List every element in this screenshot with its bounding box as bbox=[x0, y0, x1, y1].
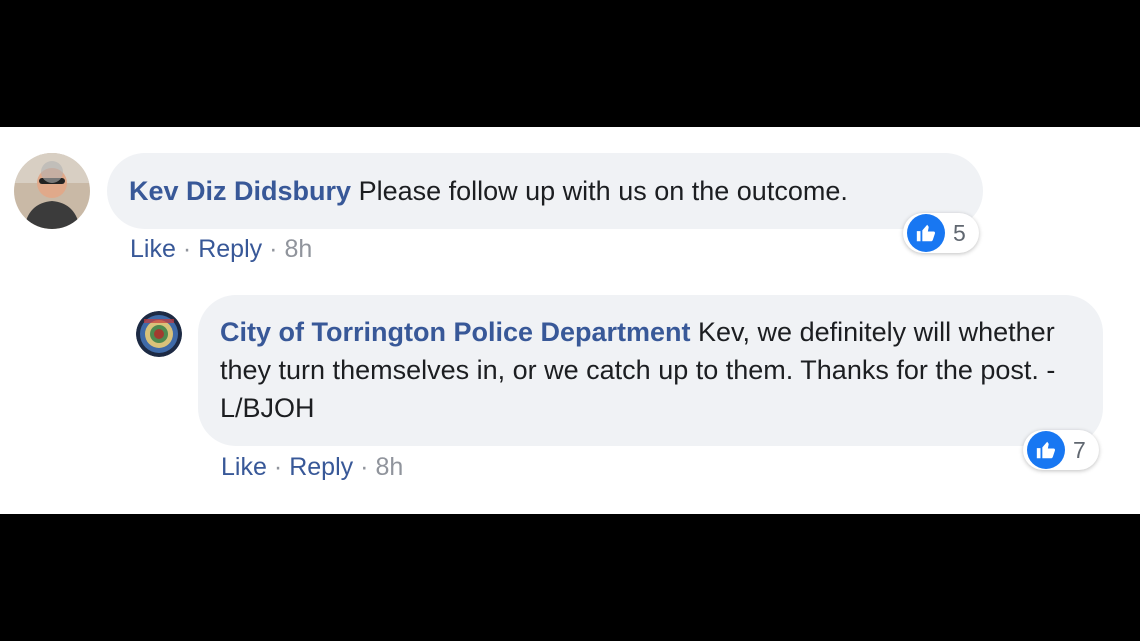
reaction-summary[interactable]: 7 bbox=[1023, 430, 1099, 470]
comments-panel: Kev Diz Didsbury Please follow up with u… bbox=[0, 127, 1140, 514]
reaction-count: 7 bbox=[1073, 436, 1086, 463]
comment-bubble: Kev Diz Didsbury Please follow up with u… bbox=[107, 153, 983, 229]
like-link[interactable]: Like bbox=[221, 453, 267, 481]
thumbs-up-icon bbox=[1027, 431, 1065, 469]
comment-author[interactable]: Kev Diz Didsbury bbox=[129, 176, 351, 206]
reply-bubble: City of Torrington Police Department Kev… bbox=[198, 295, 1103, 446]
police-avatar-icon[interactable] bbox=[136, 311, 182, 357]
timestamp[interactable]: 8h bbox=[284, 235, 312, 263]
separator: · bbox=[182, 235, 192, 263]
reply-link[interactable]: Reply bbox=[198, 235, 262, 263]
timestamp[interactable]: 8h bbox=[375, 453, 403, 481]
thumbs-up-icon bbox=[907, 214, 945, 252]
letterbox-bottom bbox=[0, 514, 1140, 641]
separator: · bbox=[360, 453, 369, 481]
reaction-summary[interactable]: 5 bbox=[903, 213, 979, 253]
reaction-count: 5 bbox=[953, 219, 966, 246]
separator: · bbox=[269, 235, 278, 263]
comment-text: Please follow up with us on the outcome. bbox=[351, 176, 848, 206]
reply-link[interactable]: Reply bbox=[289, 453, 353, 481]
comment-actions: Like · Reply · 8h bbox=[130, 235, 312, 264]
kev-avatar-icon[interactable] bbox=[14, 153, 90, 229]
separator: · bbox=[273, 453, 283, 481]
letterbox-top bbox=[0, 0, 1140, 127]
reply-author[interactable]: City of Torrington Police Department bbox=[220, 317, 691, 347]
reply-actions: Like · Reply · 8h bbox=[221, 453, 403, 482]
like-link[interactable]: Like bbox=[130, 235, 176, 263]
